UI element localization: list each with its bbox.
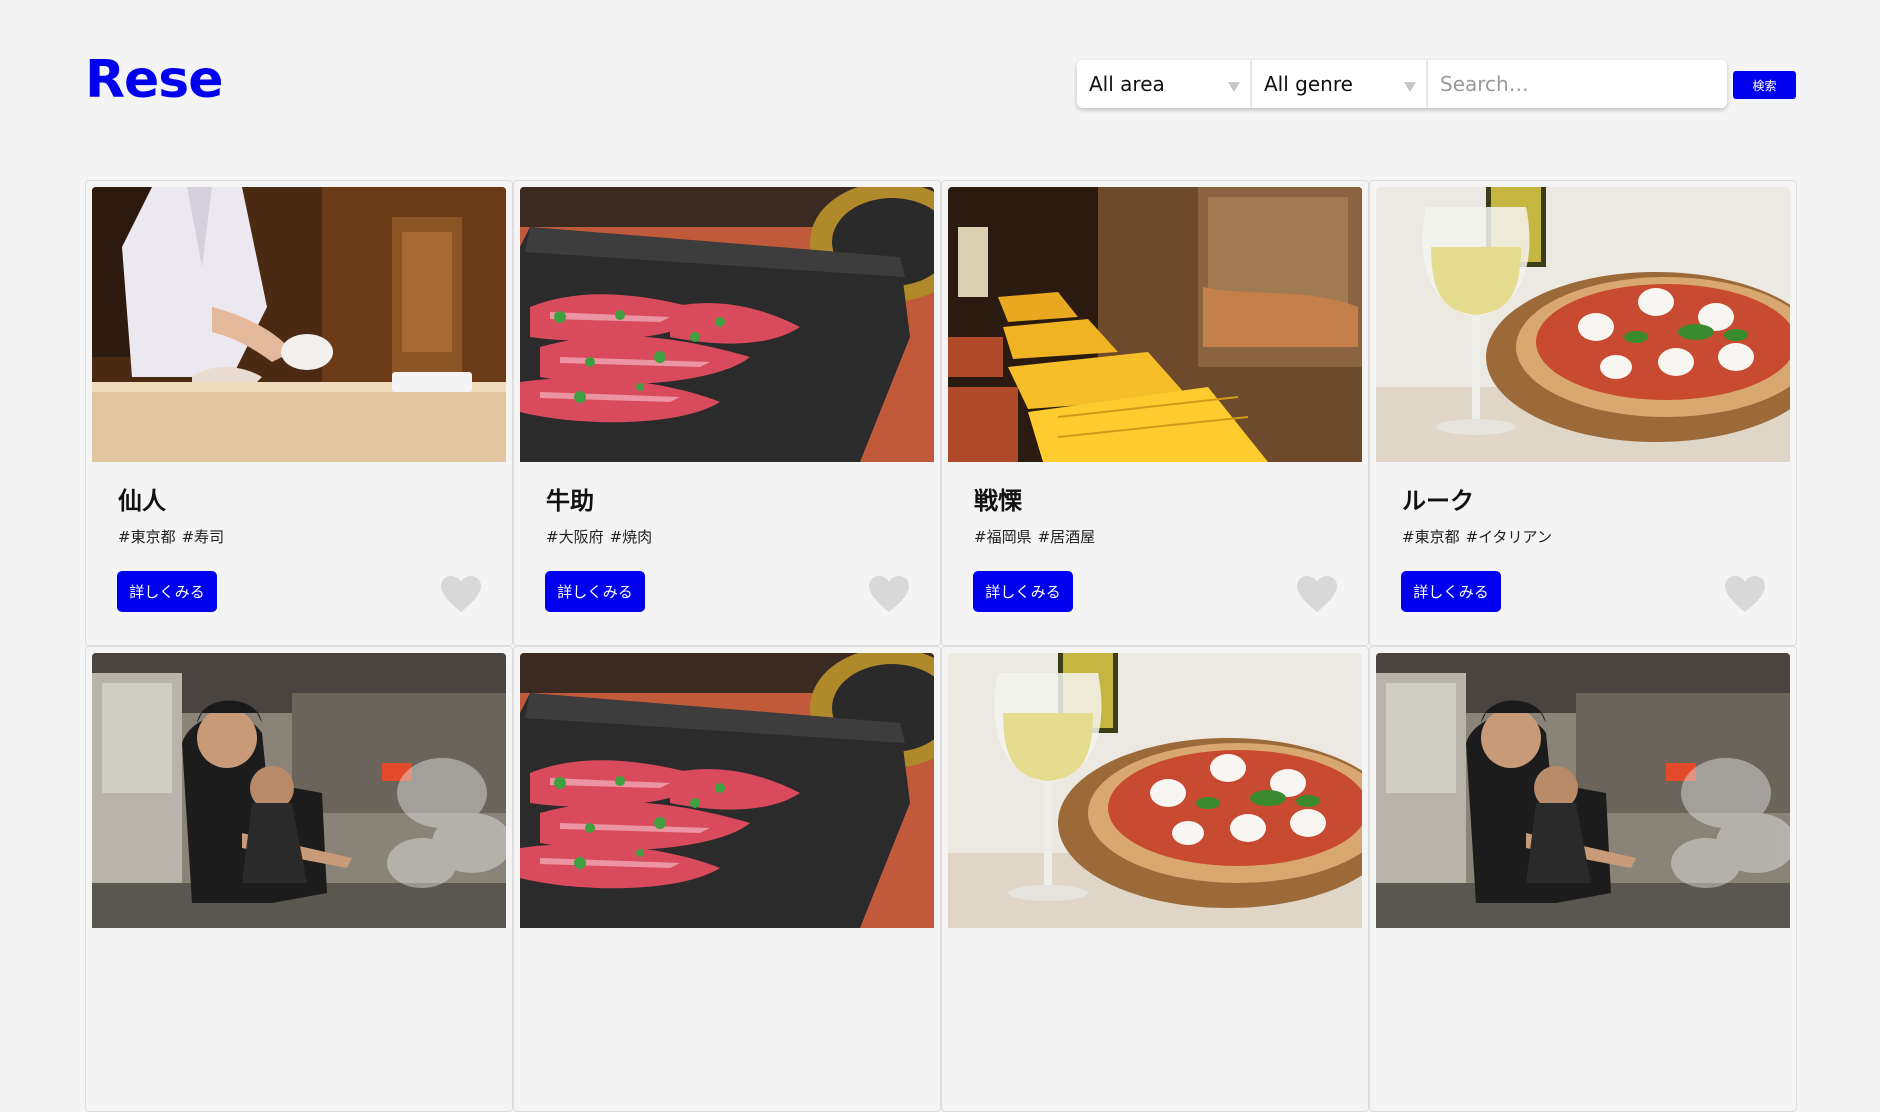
- shop-name: 牛助: [546, 487, 594, 515]
- search-input[interactable]: [1428, 60, 1727, 108]
- shop-card: ルーク #東京都 #イタリアン詳しくみる: [1369, 180, 1797, 646]
- shop-tags: #東京都 #イタリアン: [1402, 526, 1552, 547]
- shop-tag[interactable]: #焼肉: [610, 528, 653, 546]
- detail-button[interactable]: 詳しくみる: [545, 571, 645, 612]
- shop-photo: [1376, 653, 1790, 928]
- shop-photo: [92, 187, 506, 462]
- shop-card: 戦慄 #福岡県 #居酒屋詳しくみる: [941, 180, 1369, 646]
- shop-card: [513, 646, 941, 1112]
- shop-photo: [948, 187, 1362, 462]
- shop-tag[interactable]: #居酒屋: [1038, 528, 1096, 546]
- shop-tags: #東京都 #寿司: [118, 526, 224, 547]
- heart-icon[interactable]: [1296, 576, 1338, 614]
- shop-card: [941, 646, 1369, 1112]
- search-button[interactable]: 検索: [1733, 71, 1796, 99]
- detail-button[interactable]: 詳しくみる: [973, 571, 1073, 612]
- shop-tags: #大阪府 #焼肉: [546, 526, 652, 547]
- area-select-value: All area: [1089, 72, 1165, 96]
- shop-name: ルーク: [1402, 487, 1474, 515]
- shop-photo: [948, 653, 1362, 928]
- genre-select-value: All genre: [1264, 72, 1353, 96]
- shop-tag[interactable]: #東京都: [118, 528, 176, 546]
- shop-photo: [520, 187, 934, 462]
- chevron-down-icon: [1228, 82, 1240, 92]
- shop-tag[interactable]: #福岡県: [974, 528, 1032, 546]
- shop-card: 牛助 #大阪府 #焼肉詳しくみる: [513, 180, 941, 646]
- shop-tag[interactable]: #イタリアン: [1466, 528, 1552, 546]
- shop-name: 戦慄: [974, 487, 1022, 515]
- search-bar: All area All genre: [1077, 60, 1727, 108]
- shop-tag[interactable]: #大阪府: [546, 528, 604, 546]
- shop-tag[interactable]: #東京都: [1402, 528, 1460, 546]
- shop-tags: #福岡県 #居酒屋: [974, 526, 1095, 547]
- heart-icon[interactable]: [440, 576, 482, 614]
- shop-name: 仙人: [118, 487, 166, 515]
- genre-select[interactable]: All genre: [1252, 60, 1428, 108]
- detail-button[interactable]: 詳しくみる: [1401, 571, 1501, 612]
- shop-card: 仙人 #東京都 #寿司詳しくみる: [85, 180, 513, 646]
- heart-icon[interactable]: [868, 576, 910, 614]
- shop-photo: [92, 653, 506, 928]
- area-select[interactable]: All area: [1077, 60, 1252, 108]
- shop-grid: 仙人 #東京都 #寿司 詳しくみる 牛助 #大阪府 #焼肉 詳しくみる 戦慄 #…: [85, 180, 1797, 1112]
- shop-photo: [520, 653, 934, 928]
- app-header: Rese All area All genre 検索: [0, 0, 1880, 170]
- shop-card: [1369, 646, 1797, 1112]
- shop-photo: [1376, 187, 1790, 462]
- app-logo[interactable]: Rese: [85, 50, 224, 110]
- shop-tag[interactable]: #寿司: [182, 528, 225, 546]
- chevron-down-icon: [1404, 82, 1416, 92]
- detail-button[interactable]: 詳しくみる: [117, 571, 217, 612]
- shop-card: [85, 646, 513, 1112]
- heart-icon[interactable]: [1724, 576, 1766, 614]
